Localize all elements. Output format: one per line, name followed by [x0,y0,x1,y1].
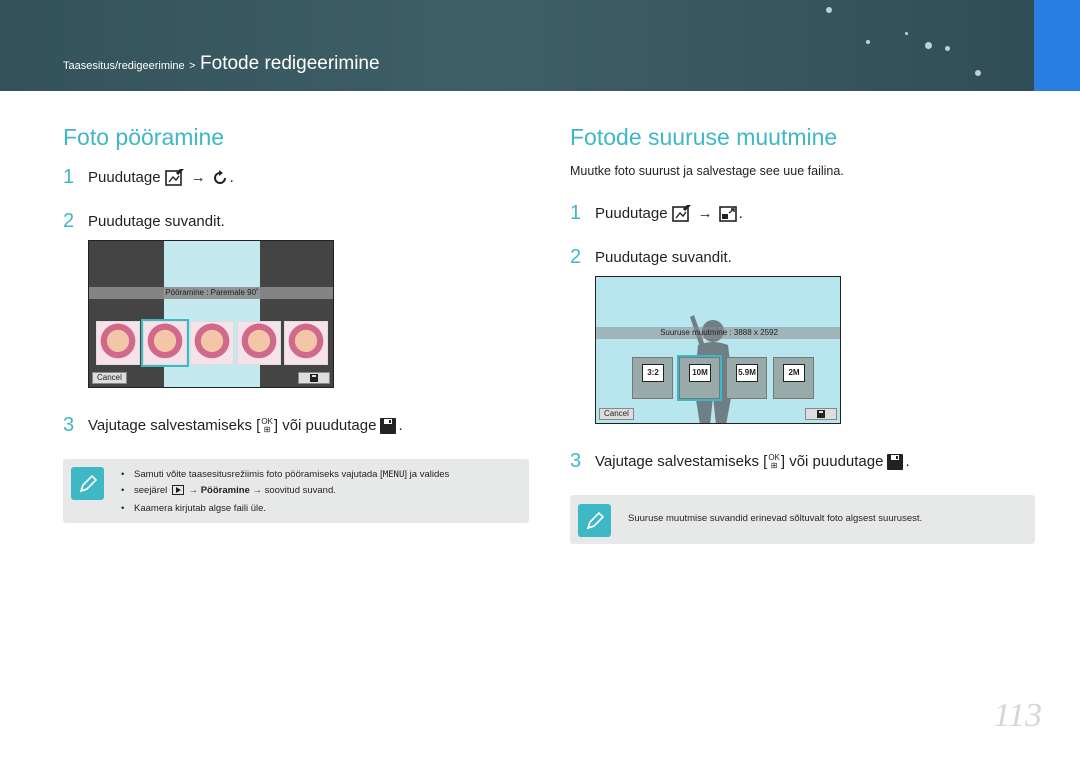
intro-text: Muutke foto suurust ja salvestage see uu… [570,164,844,178]
rotate-option-selected[interactable] [141,319,189,367]
size-label: 10M [689,364,711,382]
step-text: Puudutage suvandit. [595,249,732,266]
preview-area [164,241,260,387]
size-option-5-9m[interactable]: 5.9M [726,357,767,399]
rotate-icon [212,169,228,186]
sparkle-decoration [945,46,950,51]
resize-icon [718,205,737,222]
save-button[interactable] [805,408,837,420]
rotate-option[interactable] [237,321,281,365]
breadcrumb-separator: > [189,60,196,72]
note-pen-icon [71,467,104,500]
ok-button-icon: OK ⊞ [768,453,780,470]
note-text: Suuruse muutmise suvandid erinevad sõltu… [628,513,923,524]
note-item-continued: seejärel → Pööramine → soovitud suvand. [121,483,449,498]
ok-symbol: ⊞ [263,424,271,434]
step-text-b: ] või puudutage [273,417,377,434]
note-item: Samuti võite taasesitusrežiimis foto pöö… [121,467,449,483]
edit-icon [164,168,185,187]
sparkle-decoration [866,40,870,44]
sparkle-decoration [975,70,981,76]
sparkle-decoration [905,32,908,35]
step-2-rotate: 2 Puudutage suvandit. [63,210,225,233]
sparkle-decoration [826,7,832,13]
step-1-resize: 1 Puudutage → . [570,202,743,225]
cancel-button[interactable]: Cancel [92,372,127,384]
step-end: . [398,417,403,434]
edit-icon [671,204,692,223]
save-button[interactable] [298,372,330,384]
note-text: ] ja valides [404,469,450,480]
breadcrumb-current: Fotode redigeerimine [200,53,380,74]
step-3-resize: 3 Vajutage salvestamiseks [ OK ⊞ ] või p… [570,450,910,473]
size-option-10m[interactable]: 10M [677,355,722,401]
rotate-status-bar: Pööramine : Paremale 90˚ [89,287,333,299]
note-item: Kaamera kirjutab algse faili üle. [121,501,449,516]
step-arrow: → [190,169,206,186]
note-text: seejärel [134,485,168,496]
step-end: . [738,205,743,222]
size-label: 5.9M [736,364,758,382]
step-end: . [905,453,910,470]
step-3-rotate: 3 Vajutage salvestamiseks [ OK ⊞ ] või p… [63,414,403,437]
step-2-resize: 2 Puudutage suvandit. [570,246,732,269]
size-label: 3:2 [642,364,664,382]
breadcrumb: Taasesitus/redigeerimine > Fotode redige… [63,53,380,75]
step-text: Puudutage suvandit. [88,213,225,230]
note-text: → soovitud suvand. [252,485,336,496]
step-end: . [229,169,234,186]
step-number: 1 [63,166,75,188]
breadcrumb-parent[interactable]: Taasesitus/redigeerimine [63,60,185,72]
note-text: Kaamera kirjutab algse faili üle. [134,503,267,514]
note-box-rotate: Samuti võite taasesitusrežiimis foto pöö… [63,459,529,523]
save-icon [887,453,904,470]
size-option-3-2[interactable]: 3:2 [632,357,673,399]
sparkle-decoration [925,42,932,49]
page-header: Taasesitus/redigeerimine > Fotode redige… [0,0,1080,91]
section-title-rotate: Foto pööramine [63,124,225,150]
rotate-option[interactable] [96,321,140,365]
step-text-b: ] või puudutage [780,453,884,470]
resize-camera-screen: Suuruse muutmine : 3888 x 2592 3:2 10M 5… [595,276,841,424]
chapter-tab[interactable] [1034,0,1080,91]
ok-button-icon: OK ⊞ [261,417,273,434]
step-number: 3 [63,414,75,436]
step-text-a: Vajutage salvestamiseks [ [88,417,261,434]
step-number: 2 [570,246,582,268]
save-icon [817,410,825,418]
step-number: 1 [570,202,582,224]
cancel-button[interactable]: Cancel [599,408,634,420]
size-option-2m[interactable]: 2M [773,357,814,399]
resize-status-bar: Suuruse muutmine : 3888 x 2592 [596,327,840,339]
note-bold-term: Pööramine [200,485,250,496]
note-text: Samuti võite taasesitusrežiimis foto pöö… [134,469,383,480]
note-box-resize: Suuruse muutmise suvandid erinevad sõltu… [570,495,1035,544]
ok-symbol: ⊞ [770,460,778,470]
menu-key: MENU [382,470,405,480]
resize-options: 3:2 10M 5.9M 2M [632,355,814,401]
step-1-rotate: 1 Puudutage → . [63,166,234,189]
note-arrow: → [188,485,199,496]
rotate-option[interactable] [284,321,328,365]
step-text: Puudutage [595,205,668,222]
rotate-option[interactable] [190,321,234,365]
step-number: 3 [570,450,582,472]
note-list: Samuti võite taasesitusrežiimis foto pöö… [121,467,449,516]
rotate-camera-screen: Pööramine : Paremale 90˚ Cancel [88,240,334,388]
step-arrow: → [697,205,713,222]
playback-icon [171,485,184,496]
step-number: 2 [63,210,75,232]
save-icon [380,417,397,434]
step-text-a: Vajutage salvestamiseks [ [595,453,768,470]
rotate-options [96,319,328,367]
save-icon [310,374,318,382]
size-label: 2M [783,364,805,382]
step-text: Puudutage [88,169,161,186]
section-title-resize: Fotode suuruse muutmine [570,124,838,150]
note-pen-icon [578,504,611,537]
page-number: 113 [993,697,1042,734]
